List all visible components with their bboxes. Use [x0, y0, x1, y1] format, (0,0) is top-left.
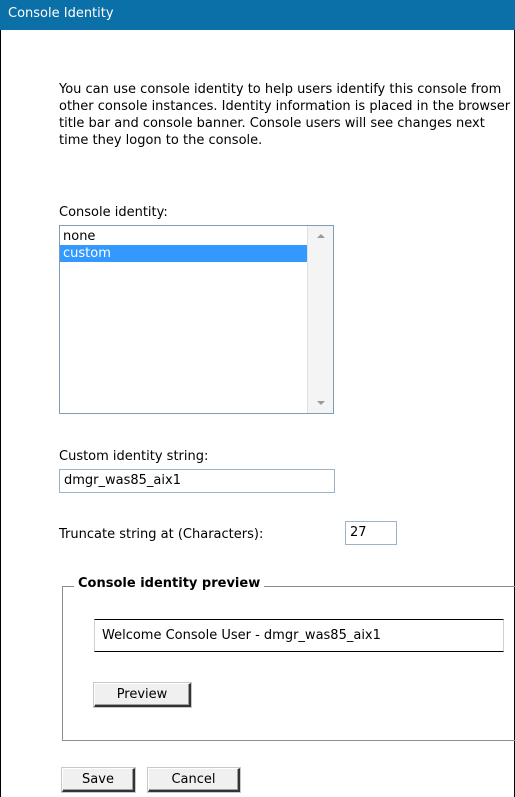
- save-button[interactable]: Save: [62, 768, 135, 792]
- custom-identity-label: Custom identity string:: [59, 449, 209, 464]
- intro-text: You can use console identity to help use…: [59, 82, 511, 148]
- preview-button[interactable]: Preview: [94, 683, 191, 707]
- preview-text: Welcome Console User - dmgr_was85_aix1: [94, 619, 504, 652]
- truncate-label: Truncate string at (Characters):: [59, 527, 264, 542]
- scroll-down-icon[interactable]: [317, 401, 325, 405]
- scroll-up-icon[interactable]: [317, 234, 325, 238]
- option-none[interactable]: none: [60, 228, 307, 245]
- truncate-input[interactable]: 27: [345, 521, 397, 545]
- preview-fieldset: [62, 586, 515, 741]
- cancel-button[interactable]: Cancel: [148, 768, 240, 792]
- console-identity-listbox[interactable]: none custom: [59, 225, 334, 414]
- custom-identity-input[interactable]: dmgr_was85_aix1: [59, 469, 335, 493]
- page-title: Console Identity: [0, 0, 515, 30]
- preview-legend: Console identity preview: [74, 576, 265, 591]
- option-custom[interactable]: custom: [60, 245, 307, 262]
- console-identity-label: Console identity:: [59, 205, 168, 220]
- listbox-scrollbar[interactable]: [307, 226, 333, 413]
